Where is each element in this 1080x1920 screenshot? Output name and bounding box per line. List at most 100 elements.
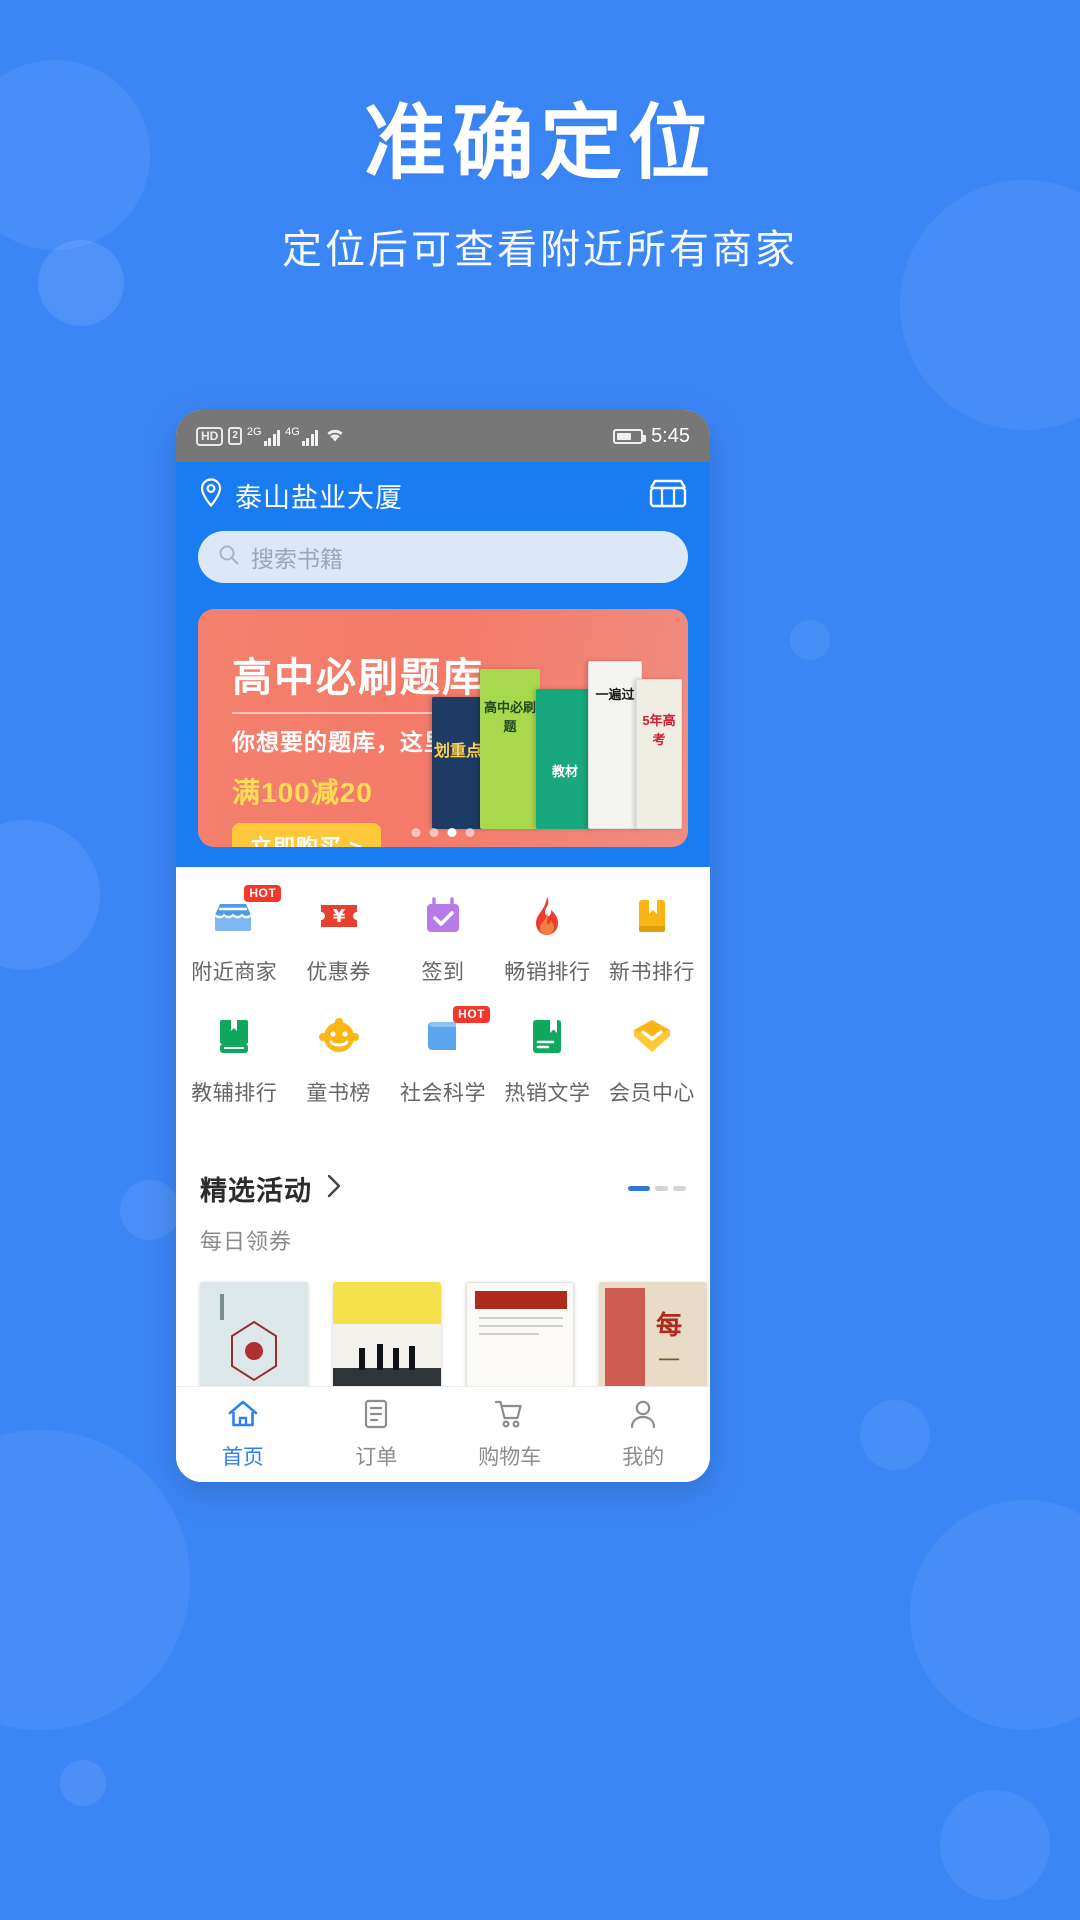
svg-text:一: 一 (658, 1349, 680, 1374)
promo-banner: 准确定位 定位后可查看附近所有商家 (0, 96, 1080, 275)
pager-dot (655, 1186, 668, 1191)
app-header: 泰山盐业大厦 搜索书籍 (176, 462, 710, 609)
background-bubble (60, 1760, 106, 1806)
smiley-child-icon (312, 1010, 366, 1064)
signal-4g-label: 4G (285, 425, 300, 438)
bookmark-book-icon (520, 1010, 574, 1064)
storefront-icon[interactable] (648, 477, 688, 514)
category-coupons[interactable]: ¥ 优惠券 (286, 889, 390, 986)
category-label: 热销文学 (504, 1082, 591, 1105)
bottom-tab-bar: 首页 订单 购物车 我的 (176, 1386, 710, 1482)
svg-text:¥: ¥ (332, 906, 345, 927)
promo-carousel[interactable]: 高中必刷题库 你想要的题库，这里都有！ 满100减20 立即购买 > 划重点 高… (198, 609, 688, 847)
featured-title-group[interactable]: 精选活动 (200, 1169, 342, 1208)
background-bubble (120, 1180, 180, 1240)
coupon-yen-icon: ¥ (312, 889, 366, 943)
location-selector[interactable]: 泰山盐业大厦 (198, 476, 403, 515)
phone-mockup: HD 2 2G 4G 5:45 泰山盐业大厦 搜索书籍 高中必刷题库 你想要的题… (176, 410, 710, 1482)
buy-now-button[interactable]: 立即购买 > (232, 823, 381, 847)
status-bar-left: HD 2 2G 4G (196, 425, 347, 448)
category-label: 社会科学 (400, 1082, 487, 1105)
wifi-icon (323, 425, 347, 448)
carousel-dot[interactable] (465, 828, 475, 837)
category-label: 优惠券 (306, 961, 371, 984)
category-bestsellers[interactable]: 畅销排行 (495, 889, 599, 986)
category-row: 教辅排行 童书榜 HOT 社会科学 热销文学 会员中心 (182, 1006, 704, 1107)
hot-badge: HOT (453, 1006, 491, 1023)
category-label: 教辅排行 (191, 1082, 278, 1105)
tab-profile[interactable]: 我的 (577, 1399, 711, 1471)
status-bar-right: 5:45 (613, 425, 690, 448)
category-grid: HOT 附近商家 ¥ 优惠券 签到 畅销排行 新书排行 教辅排行 童书榜 HOT… (176, 867, 710, 1133)
search-input[interactable]: 搜索书籍 (198, 531, 688, 583)
book-cover: 划重点 (432, 697, 484, 829)
carousel-dot[interactable] (411, 828, 421, 837)
storefront-icon: HOT (207, 885, 282, 943)
book-cover-text: 高中必刷题 (483, 700, 536, 734)
tab-label: 我的 (622, 1445, 665, 1469)
battery-icon (613, 428, 647, 444)
tab-label: 订单 (355, 1445, 398, 1469)
category-label: 会员中心 (608, 1082, 695, 1105)
category-checkin[interactable]: 签到 (391, 889, 495, 986)
pager-dot-active (628, 1186, 650, 1191)
category-literature[interactable]: 热销文学 (495, 1010, 599, 1107)
category-social-science[interactable]: HOT 社会科学 (391, 1006, 495, 1107)
book-cover-text: 划重点 (433, 743, 482, 760)
sim-icon: 2 (228, 427, 242, 445)
book-cover-text: 5年高考 (642, 713, 676, 747)
featured-pager (628, 1186, 686, 1191)
featured-title: 精选活动 (200, 1176, 312, 1206)
tab-home[interactable]: 首页 (176, 1399, 310, 1471)
book-cover: 高中必刷题 (480, 669, 540, 829)
location-row: 泰山盐业大厦 (198, 476, 688, 515)
banner-book-stack: 划重点 高中必刷题 教材 一遍过 5年高考 (432, 629, 682, 829)
category-study-aids[interactable]: 教辅排行 (182, 1010, 286, 1107)
carousel-dot-active[interactable] (447, 828, 457, 837)
flame-icon (520, 889, 574, 943)
book-cover-text: 教材 (551, 764, 578, 779)
category-label: 畅销排行 (504, 961, 591, 984)
promo-subtitle: 定位后可查看附近所有商家 (282, 227, 798, 272)
featured-section: 精选活动 每日领券 (176, 1145, 710, 1266)
book-blue-icon: HOT (416, 1006, 491, 1064)
category-label: 新书排行 (608, 961, 695, 984)
person-icon (629, 1399, 657, 1434)
category-children-books[interactable]: 童书榜 (286, 1010, 390, 1107)
featured-header: 精选活动 (200, 1169, 686, 1208)
banner-section: 高中必刷题库 你想要的题库，这里都有！ 满100减20 立即购买 > 划重点 高… (176, 609, 710, 867)
background-bubble (860, 1400, 930, 1470)
carousel-dots[interactable] (411, 828, 475, 837)
tab-label: 购物车 (478, 1445, 542, 1469)
carousel-dot[interactable] (429, 828, 439, 837)
signal-2g-label: 2G (246, 425, 262, 438)
tab-label: 首页 (221, 1445, 264, 1469)
category-member-center[interactable]: 会员中心 (600, 1010, 704, 1107)
location-name: 泰山盐业大厦 (235, 483, 403, 513)
tab-cart[interactable]: 购物车 (443, 1399, 577, 1471)
hd-icon: HD (196, 426, 224, 446)
background-bubble (910, 1500, 1080, 1730)
signal-4g-icon: 4G (285, 425, 319, 446)
home-icon (227, 1399, 259, 1434)
category-label: 签到 (421, 961, 465, 984)
order-list-icon (361, 1399, 391, 1434)
book-cover: 5年高考 (636, 679, 682, 829)
search-icon (218, 544, 240, 571)
promo-title: 准确定位 (363, 98, 716, 189)
book-cover: 一遍过 (588, 661, 642, 829)
hot-badge: HOT (244, 885, 282, 902)
book-cover-text: 一遍过 (595, 687, 635, 702)
background-bubble (0, 820, 100, 970)
tab-orders[interactable]: 订单 (310, 1399, 444, 1471)
book-green-icon (207, 1010, 261, 1064)
signal-2g-icon: 2G (246, 425, 281, 446)
chevron-down-diamond-icon (625, 1010, 679, 1064)
chevron-right-icon[interactable] (326, 1173, 342, 1204)
pager-dot (673, 1186, 686, 1191)
category-nearby-stores[interactable]: HOT 附近商家 (182, 885, 286, 986)
category-row: HOT 附近商家 ¥ 优惠券 签到 畅销排行 新书排行 (182, 885, 704, 986)
category-new-books[interactable]: 新书排行 (600, 889, 704, 986)
cart-icon (494, 1399, 526, 1434)
category-label: 童书榜 (306, 1082, 371, 1105)
